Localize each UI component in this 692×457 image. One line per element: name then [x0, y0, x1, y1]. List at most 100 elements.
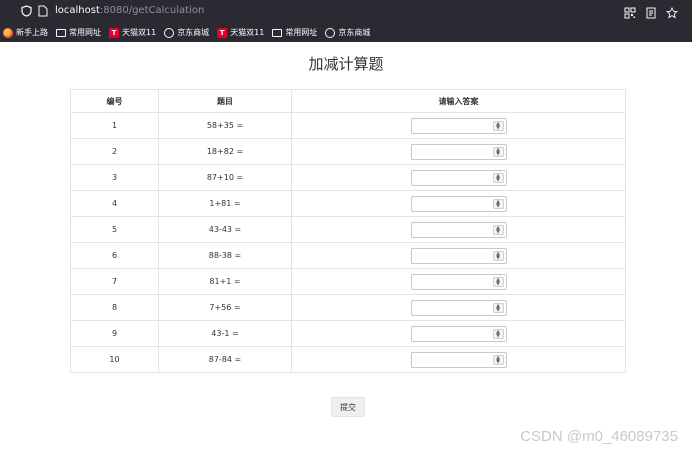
quiz-table-body: 1 58+35 = ▲ ▼ 2 18+82 = ▲ ▼ 3 87+10 = ▲ ▼ 4 1+81 = ▲ ▼ 5… — [70, 112, 626, 373]
address-bar[interactable]: localhost:8080/getCalculation — [0, 0, 692, 22]
number-spinner-icon[interactable]: ▲ ▼ — [492, 120, 504, 131]
answer-input[interactable] — [418, 196, 499, 211]
number-spinner-icon[interactable]: ▲ ▼ — [492, 198, 504, 209]
tmall-icon: T — [109, 27, 119, 38]
table-row: 1 58+35 = ▲ ▼ — [70, 112, 626, 139]
row-number: 3 — [70, 164, 159, 191]
bookmark-label: 常用网址 — [69, 28, 101, 37]
toolbar-icons — [624, 4, 679, 19]
row-question: 1+81 = — [158, 190, 292, 217]
url-text[interactable]: localhost:8080/getCalculation — [55, 4, 204, 18]
row-question: 43-1 = — [158, 320, 292, 347]
answer-input[interactable] — [418, 326, 499, 341]
row-number: 7 — [70, 268, 159, 295]
bookmark-item[interactable]: T 天猫双11 — [109, 27, 156, 38]
bookmark-label: 京东商城 — [177, 28, 210, 37]
answer-input[interactable] — [418, 144, 499, 159]
answer-field[interactable]: ▲ ▼ — [410, 247, 507, 264]
row-number: 2 — [70, 138, 159, 165]
globe-icon — [325, 27, 336, 38]
bookmark-star-icon[interactable] — [665, 4, 679, 19]
row-answer-cell: ▲ ▼ — [291, 346, 626, 373]
bookmark-label: 京东商城 — [338, 28, 371, 37]
url-path: :8080/getCalculation — [99, 5, 205, 16]
answer-field[interactable]: ▲ ▼ — [410, 195, 507, 212]
table-row: 7 81+1 = ▲ ▼ — [70, 268, 626, 295]
answer-field[interactable]: ▲ ▼ — [410, 351, 507, 368]
table-row: 8 7+56 = ▲ ▼ — [70, 294, 626, 321]
bookmark-item[interactable]: T 天猫双11 — [217, 27, 264, 38]
number-spinner-icon[interactable]: ▲ ▼ — [492, 276, 504, 287]
row-number: 6 — [70, 242, 159, 269]
row-question: 18+82 = — [158, 138, 292, 165]
folder-icon — [272, 28, 283, 37]
qr-code-icon[interactable] — [624, 4, 636, 19]
tmall-icon: T — [217, 27, 228, 38]
bookmark-item[interactable]: 新手上路 — [3, 27, 48, 38]
row-number: 5 — [70, 216, 159, 243]
row-number: 8 — [70, 294, 159, 321]
answer-input[interactable] — [418, 222, 499, 237]
answer-field[interactable]: ▲ ▼ — [410, 117, 507, 134]
row-answer-cell: ▲ ▼ — [291, 190, 626, 217]
table-row: 9 43-1 = ▲ ▼ — [70, 320, 626, 347]
page-title: 加减计算题 — [308, 55, 384, 73]
number-spinner-icon[interactable]: ▲ ▼ — [492, 250, 504, 261]
answer-input[interactable] — [418, 352, 499, 367]
answer-input[interactable] — [418, 274, 499, 289]
table-row: 6 88-38 = ▲ ▼ — [70, 242, 626, 269]
answer-input[interactable] — [418, 300, 499, 315]
number-spinner-icon[interactable]: ▲ ▼ — [492, 146, 504, 157]
row-question: 87+10 = — [158, 164, 292, 191]
row-answer-cell: ▲ ▼ — [291, 164, 626, 191]
row-question: 88-38 = — [158, 242, 292, 269]
globe-icon — [164, 27, 175, 38]
header-answer: 请输入答案 — [291, 89, 626, 113]
answer-field[interactable]: ▲ ▼ — [410, 299, 507, 316]
bookmark-folder[interactable]: 常用网址 — [56, 27, 101, 38]
number-spinner-icon[interactable]: ▲ ▼ — [492, 328, 504, 339]
header-question: 题目 — [158, 89, 292, 113]
submit-button[interactable]: 提交 — [331, 397, 365, 417]
bookmark-label: 天猫双11 — [230, 28, 265, 37]
row-number: 9 — [70, 320, 159, 347]
reader-view-icon[interactable] — [645, 4, 657, 19]
answer-field[interactable]: ▲ ▼ — [410, 169, 507, 186]
number-spinner-icon[interactable]: ▲ ▼ — [492, 354, 504, 365]
table-row: 4 1+81 = ▲ ▼ — [70, 190, 626, 217]
bookmark-label: 新手上路 — [16, 28, 48, 37]
row-question: 43-43 = — [158, 216, 292, 243]
number-spinner-icon[interactable]: ▲ ▼ — [492, 172, 504, 183]
bookmark-label: 常用网址 — [285, 28, 318, 37]
answer-input[interactable] — [418, 170, 499, 185]
table-header-row: 编号 题目 请输入答案 — [70, 89, 626, 113]
number-spinner-icon[interactable]: ▲ ▼ — [492, 302, 504, 313]
page-icon — [38, 5, 48, 17]
table-row: 5 43-43 = ▲ ▼ — [70, 216, 626, 243]
row-answer-cell: ▲ ▼ — [291, 294, 626, 321]
answer-input[interactable] — [418, 118, 499, 133]
header-number: 编号 — [70, 89, 159, 113]
shield-icon[interactable] — [21, 5, 32, 17]
answer-field[interactable]: ▲ ▼ — [410, 221, 507, 238]
bookmark-item[interactable]: 京东商城 — [325, 27, 370, 38]
answer-field[interactable]: ▲ ▼ — [410, 273, 507, 290]
bookmark-label: 天猫双11 — [122, 28, 157, 37]
row-answer-cell: ▲ ▼ — [291, 320, 626, 347]
folder-icon — [56, 28, 66, 37]
answer-input[interactable] — [418, 248, 499, 263]
number-spinner-icon[interactable]: ▲ ▼ — [492, 224, 504, 235]
answer-field[interactable]: ▲ ▼ — [410, 325, 507, 342]
firefox-icon — [3, 27, 13, 38]
table-row: 10 87-84 = ▲ ▼ — [70, 346, 626, 373]
answer-field[interactable]: ▲ ▼ — [410, 143, 507, 160]
bookmark-item[interactable]: 京东商城 — [164, 27, 209, 38]
table-row: 3 87+10 = ▲ ▼ — [70, 164, 626, 191]
quiz-table: 编号 题目 请输入答案 1 58+35 = ▲ ▼ 2 18+82 = ▲ ▼ 3 87+10 =… — [70, 89, 626, 373]
bookmark-folder[interactable]: 常用网址 — [272, 27, 317, 38]
row-answer-cell: ▲ ▼ — [291, 268, 626, 295]
row-answer-cell: ▲ ▼ — [291, 216, 626, 243]
row-answer-cell: ▲ ▼ — [291, 242, 626, 269]
watermark-text: CSDN @m0_46089735 — [520, 428, 678, 445]
row-question: 58+35 = — [158, 112, 292, 139]
